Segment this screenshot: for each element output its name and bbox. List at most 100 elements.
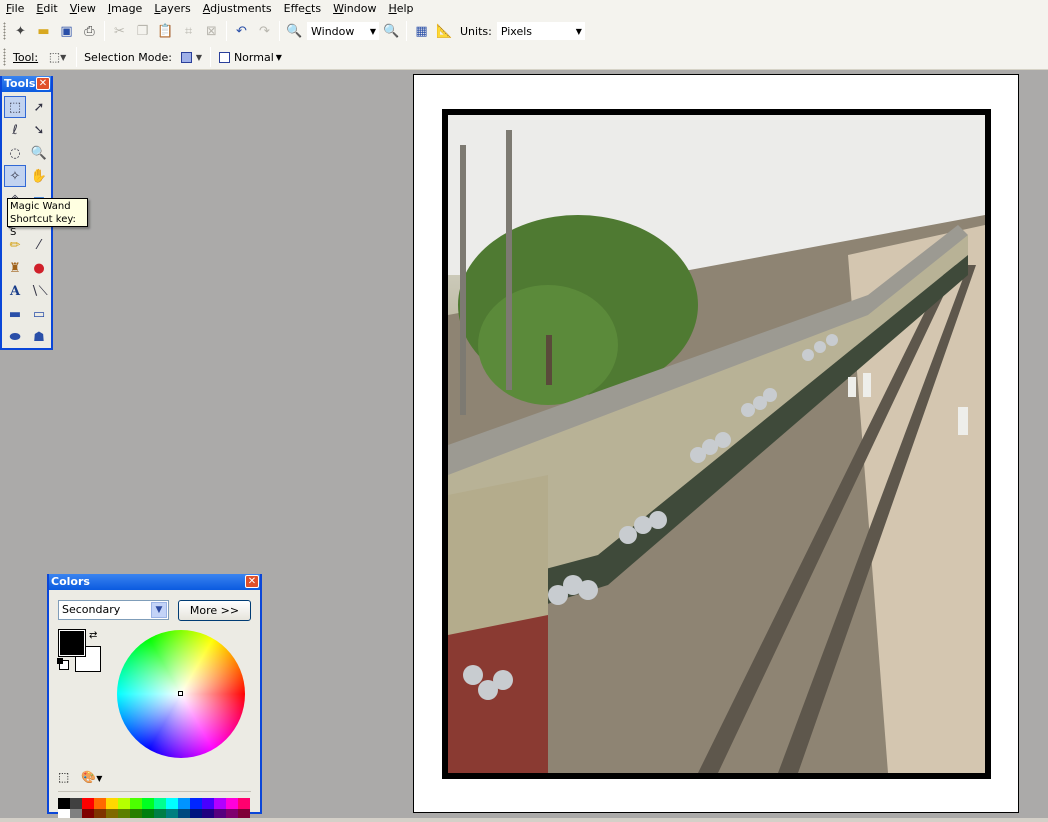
print-icon[interactable]: ⎙ — [79, 20, 101, 42]
palette-menu-icon[interactable]: 🎨▼ — [81, 770, 102, 784]
palette-swatch[interactable] — [238, 798, 250, 809]
ellipse-icon[interactable]: ⬬ — [4, 326, 26, 348]
palette-swatch[interactable] — [190, 798, 202, 809]
zoom-in-icon[interactable]: 🔍 — [381, 20, 403, 42]
zoom-out-icon[interactable]: 🔍 — [284, 20, 306, 42]
close-icon[interactable]: ✕ — [245, 575, 259, 588]
units-label: Units: — [460, 24, 492, 38]
freeform-shape-icon[interactable]: ☗ — [28, 326, 50, 348]
undo-icon[interactable]: ↶ — [231, 20, 253, 42]
palette-swatch[interactable] — [58, 798, 70, 809]
palette-swatch[interactable] — [214, 798, 226, 809]
menu-item[interactable]: File — [0, 0, 30, 17]
palette-swatches — [58, 798, 250, 820]
chevron-down-icon: ▼ — [275, 53, 282, 62]
open-folder-icon[interactable]: ▬ — [33, 20, 55, 42]
clone-stamp-icon[interactable]: ♜ — [4, 257, 26, 279]
menu-item[interactable]: Help — [382, 0, 419, 17]
paste-icon[interactable]: 📋 — [155, 20, 177, 42]
palette-swatch[interactable] — [94, 798, 106, 809]
text-icon[interactable]: A — [4, 280, 26, 302]
rounded-rectangle-icon[interactable]: ▭ — [28, 303, 50, 325]
colors-body: Secondary ▼ More >> ⇄ ⬚ 🎨▼ — [49, 590, 260, 820]
menu-item-mnemonic: A — [202, 2, 211, 15]
palette-swatch[interactable] — [142, 798, 154, 809]
palette-swatch[interactable] — [226, 798, 238, 809]
copy-icon[interactable]: ❐ — [132, 20, 154, 42]
palette-swatch[interactable] — [82, 798, 94, 809]
chevron-down-icon: ▼ — [575, 27, 582, 36]
swap-colors-icon[interactable]: ⇄ — [89, 630, 97, 641]
primary-secondary-select[interactable]: Secondary ▼ — [58, 600, 169, 620]
menu-item[interactable]: Image — [102, 0, 148, 17]
chevron-down-icon: ▼ — [151, 602, 167, 618]
menu-item[interactable]: Edit — [30, 0, 63, 17]
tooltip-title: Magic Wand — [10, 201, 71, 212]
tool-select-dropdown[interactable]: ⬚ ▼ — [43, 46, 73, 68]
rectangle-select-icon[interactable]: ⬚ — [4, 96, 26, 118]
tooltip-shortcut: Shortcut key: S — [10, 214, 76, 238]
primary-secondary-value: Secondary — [62, 603, 121, 616]
add-to-palette-icon[interactable]: ⬚ — [58, 770, 69, 784]
zoom-icon[interactable]: 🔍 — [28, 142, 50, 164]
lasso-select-icon[interactable]: ℓ — [4, 119, 26, 141]
menu-item-suffix: dit — [43, 2, 58, 15]
menu-item[interactable]: Adjustments — [197, 0, 278, 17]
tool-label: Tool: — [13, 50, 39, 64]
palette-swatch[interactable] — [106, 798, 118, 809]
colors-window-titlebar[interactable]: Colors ✕ — [49, 574, 260, 590]
magic-wand-icon[interactable]: ✧ — [4, 165, 26, 187]
save-icon[interactable]: ▣ — [56, 20, 78, 42]
palette-swatch[interactable] — [166, 798, 178, 809]
palette-swatch[interactable] — [202, 798, 214, 809]
ellipse-select-icon[interactable]: ◌ — [4, 142, 26, 164]
grid-icon[interactable]: ▦ — [411, 20, 433, 42]
units-value: Pixels — [500, 24, 533, 38]
move-selection-icon[interactable]: ➘ — [28, 119, 50, 141]
menu-item[interactable]: View — [64, 0, 102, 17]
more-button[interactable]: More >> — [178, 600, 251, 621]
menu-item-suffix: elp — [396, 2, 414, 15]
menu-item-suffix: ts — [311, 2, 322, 15]
status-strip — [0, 818, 1048, 822]
reset-colors-icon[interactable] — [57, 658, 69, 670]
menu-item-suffix: ile — [11, 2, 25, 15]
zoom-select[interactable]: Window ▼ — [306, 21, 380, 41]
toolbar-grip[interactable] — [3, 22, 6, 40]
magic-wand-tooltip: Magic Wand Shortcut key: S — [7, 198, 88, 238]
toolbar-grip[interactable] — [3, 48, 6, 66]
pan-hand-icon[interactable]: ✋ — [28, 165, 50, 187]
toolbar-separator — [279, 21, 280, 41]
line-curve-icon[interactable]: ∖⟍ — [28, 280, 50, 302]
selection-mode-dropdown[interactable]: ▼ — [176, 46, 206, 68]
redo-icon[interactable]: ↷ — [254, 20, 276, 42]
crop-icon[interactable]: ⌗ — [178, 20, 200, 42]
menu-item-suffix: ayers — [160, 2, 191, 15]
deselect-icon[interactable]: ⊠ — [201, 20, 223, 42]
blend-mode-select[interactable]: Normal ▼ — [213, 47, 286, 67]
palette-swatch[interactable] — [154, 798, 166, 809]
move-selected-pixels-icon[interactable]: ➚ — [28, 96, 50, 118]
rectangle-icon[interactable]: ▬ — [4, 303, 26, 325]
palette-swatch[interactable] — [118, 798, 130, 809]
menu-item-suffix: indow — [343, 2, 377, 15]
image-canvas[interactable] — [413, 74, 1019, 813]
selection-mode-label: Selection Mode: — [84, 50, 172, 64]
rulers-icon[interactable]: 📐 — [434, 20, 456, 42]
colors-window: Colors ✕ Secondary ▼ More >> ⇄ ⬚ 🎨▼ — [47, 574, 262, 820]
new-file-icon[interactable]: ✦ — [10, 20, 32, 42]
palette-swatch[interactable] — [178, 798, 190, 809]
menu-item-suffix: mage — [111, 2, 143, 15]
primary-color-swatch[interactable] — [58, 629, 86, 657]
palette-swatch[interactable] — [70, 798, 82, 809]
menu-item[interactable]: Effects — [278, 0, 327, 17]
menu-item[interactable]: Layers — [148, 0, 196, 17]
close-icon[interactable]: ✕ — [36, 77, 50, 90]
units-select[interactable]: Pixels ▼ — [495, 21, 586, 41]
menu-item[interactable]: Window — [327, 0, 382, 17]
palette-swatch[interactable] — [130, 798, 142, 809]
tools-window-titlebar[interactable]: Tools ✕ — [2, 76, 51, 92]
cut-icon[interactable]: ✂ — [109, 20, 131, 42]
train-photo[interactable] — [448, 115, 985, 773]
recolor-icon[interactable]: ● — [28, 257, 50, 279]
